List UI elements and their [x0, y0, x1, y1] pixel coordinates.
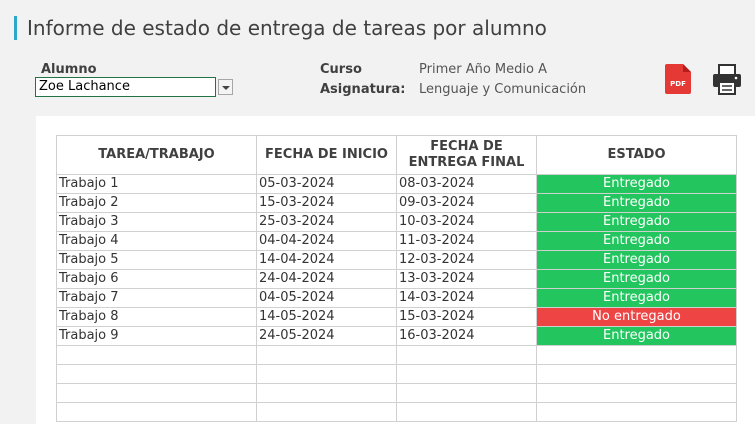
subject-value: Lenguaje y Comunicación	[419, 82, 587, 97]
page-title: Informe de estado de entrega de tareas p…	[14, 16, 547, 40]
start-date-cell: 14-05-2024	[256, 307, 397, 327]
start-date-cell: 04-05-2024	[256, 288, 397, 308]
task-cell: Trabajo 4	[56, 231, 257, 251]
table-row: Trabajo 9 24-05-2024 16-03-2024 Entregad…	[56, 326, 737, 346]
due-date-cell: 10-03-2024	[396, 212, 537, 232]
column-header-status: ESTADO	[536, 135, 737, 175]
table-row: Trabajo 1 05-03-2024 08-03-2024 Entregad…	[56, 174, 737, 194]
due-date-cell: 13-03-2024	[396, 269, 537, 289]
course-label: Curso	[320, 62, 362, 77]
table-row: Trabajo 3 25-03-2024 10-03-2024 Entregad…	[56, 212, 737, 232]
table-row: Trabajo 2 15-03-2024 09-03-2024 Entregad…	[56, 193, 737, 213]
task-cell: Trabajo 7	[56, 288, 257, 308]
table-header-row: TAREA/TRABAJO FECHA DE INICIO FECHA DE E…	[56, 135, 737, 175]
task-cell: Trabajo 5	[56, 250, 257, 270]
task-cell: Trabajo 1	[56, 174, 257, 194]
start-date-cell: 24-05-2024	[256, 326, 397, 346]
status-cell: Entregado	[536, 288, 737, 308]
empty-row	[56, 364, 737, 384]
status-cell: Entregado	[536, 326, 737, 346]
status-cell: Entregado	[536, 269, 737, 289]
task-cell: Trabajo 9	[56, 326, 257, 346]
pdf-icon[interactable]: PDF	[665, 64, 691, 94]
due-date-cell: 11-03-2024	[396, 231, 537, 251]
empty-row	[56, 345, 737, 365]
table-row: Trabajo 7 04-05-2024 14-03-2024 Entregad…	[56, 288, 737, 308]
start-date-cell: 04-04-2024	[256, 231, 397, 251]
due-date-cell: 12-03-2024	[396, 250, 537, 270]
start-date-cell: 05-03-2024	[256, 174, 397, 194]
start-date-cell: 14-04-2024	[256, 250, 397, 270]
due-date-cell: 16-03-2024	[396, 326, 537, 346]
status-cell: Entregado	[536, 174, 737, 194]
table-row: Trabajo 5 14-04-2024 12-03-2024 Entregad…	[56, 250, 737, 270]
start-date-cell: 25-03-2024	[256, 212, 397, 232]
task-cell: Trabajo 3	[56, 212, 257, 232]
empty-row	[56, 383, 737, 403]
student-label: Alumno	[41, 62, 97, 77]
dropdown-arrow-icon[interactable]	[218, 79, 233, 95]
tasks-table: TAREA/TRABAJO FECHA DE INICIO FECHA DE E…	[56, 135, 737, 422]
task-cell: Trabajo 6	[56, 269, 257, 289]
subject-label: Asignatura:	[320, 82, 406, 97]
status-cell: No entregado	[536, 307, 737, 327]
status-cell: Entregado	[536, 193, 737, 213]
course-value: Primer Año Medio A	[419, 62, 547, 77]
due-date-cell: 14-03-2024	[396, 288, 537, 308]
start-date-cell: 15-03-2024	[256, 193, 397, 213]
status-cell: Entregado	[536, 250, 737, 270]
due-date-cell: 15-03-2024	[396, 307, 537, 327]
table-row: Trabajo 8 14-05-2024 15-03-2024 No entre…	[56, 307, 737, 327]
column-header-due-date: FECHA DE ENTREGA FINAL	[396, 135, 537, 175]
table-row: Trabajo 6 24-04-2024 13-03-2024 Entregad…	[56, 269, 737, 289]
column-header-task: TAREA/TRABAJO	[56, 135, 257, 175]
empty-row	[56, 402, 737, 422]
task-cell: Trabajo 8	[56, 307, 257, 327]
due-date-cell: 08-03-2024	[396, 174, 537, 194]
start-date-cell: 24-04-2024	[256, 269, 397, 289]
status-cell: Entregado	[536, 212, 737, 232]
due-date-cell: 09-03-2024	[396, 193, 537, 213]
table-row: Trabajo 4 04-04-2024 11-03-2024 Entregad…	[56, 231, 737, 251]
column-header-start-date: FECHA DE INICIO	[256, 135, 397, 175]
task-cell: Trabajo 2	[56, 193, 257, 213]
status-cell: Entregado	[536, 231, 737, 251]
pdf-icon-text: PDF	[670, 80, 686, 88]
student-select[interactable]: Zoe Lachance	[35, 77, 216, 97]
printer-icon[interactable]	[712, 64, 742, 96]
